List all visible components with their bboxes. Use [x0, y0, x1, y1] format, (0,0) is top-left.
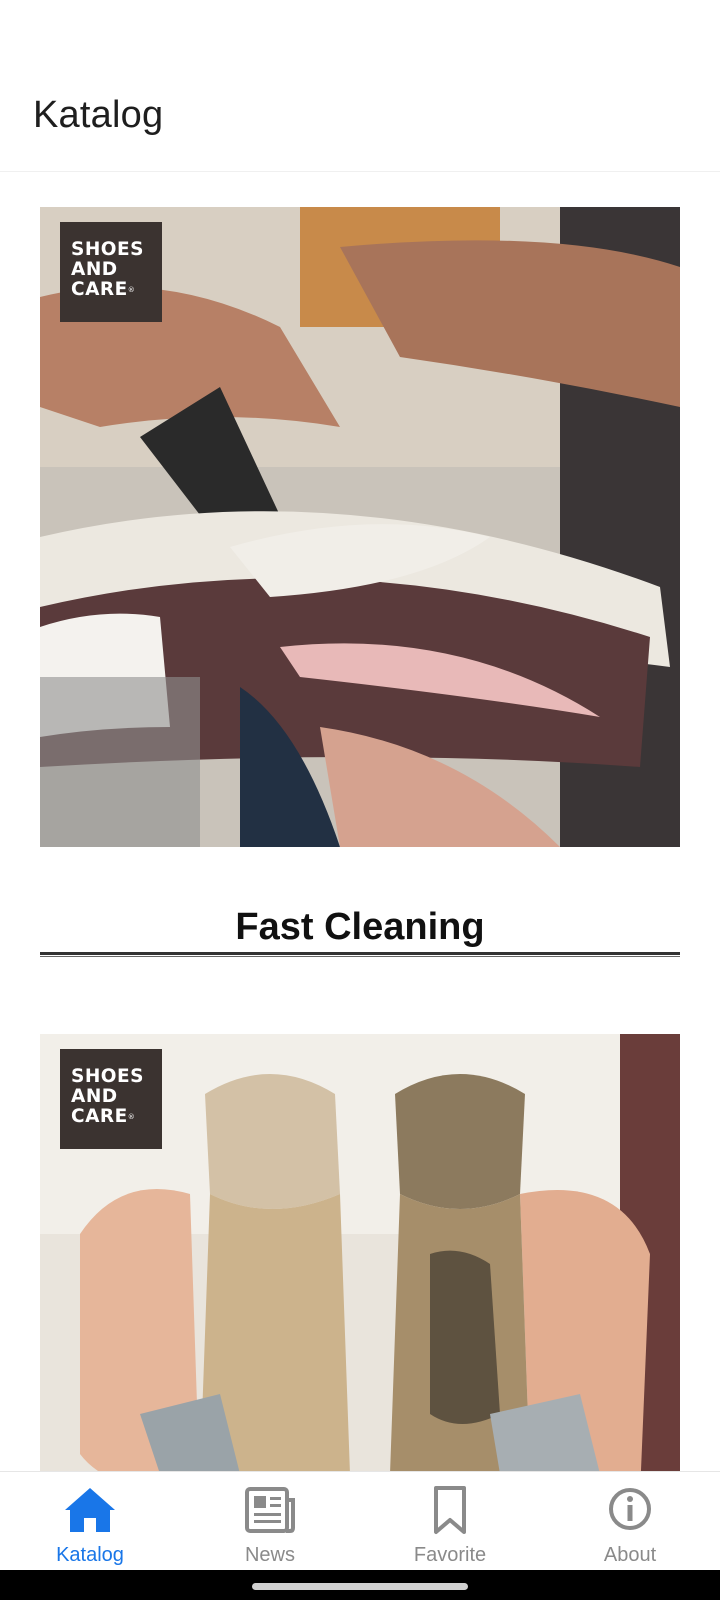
catalog-card-image[interactable]: SHOES AND CARE®	[40, 207, 680, 847]
system-navigation-bar	[0, 1570, 720, 1600]
app-bar: Katalog	[0, 0, 720, 172]
info-icon	[609, 1488, 651, 1530]
catalog-list[interactable]: SHOES AND CARE® Fast Cleaning SHOES AND …	[0, 173, 720, 1471]
nav-tab-favorite[interactable]: Favorite	[360, 1472, 540, 1571]
bottom-navigation: Katalog News Favorite About	[0, 1471, 720, 1570]
newspaper-icon	[245, 1487, 295, 1533]
page-title: Katalog	[33, 94, 164, 136]
nav-tab-label: Favorite	[413, 1544, 487, 1566]
nav-tab-label: News	[244, 1544, 295, 1566]
home-icon	[65, 1488, 115, 1532]
nav-tab-news[interactable]: News	[180, 1472, 360, 1571]
title-underline	[40, 952, 680, 957]
catalog-card-image[interactable]: SHOES AND CARE®	[40, 1034, 680, 1471]
brand-logo: SHOES AND CARE®	[60, 222, 162, 322]
nav-tab-about[interactable]: About	[540, 1472, 720, 1571]
nav-tab-katalog[interactable]: Katalog	[0, 1472, 180, 1571]
nav-tab-label: Katalog	[56, 1544, 124, 1566]
catalog-card-title[interactable]: Fast Cleaning	[40, 906, 680, 949]
brand-logo: SHOES AND CARE®	[60, 1049, 162, 1149]
bookmark-icon	[434, 1486, 466, 1534]
home-gesture-handle[interactable]	[252, 1583, 468, 1590]
nav-tab-label: About	[603, 1544, 657, 1566]
